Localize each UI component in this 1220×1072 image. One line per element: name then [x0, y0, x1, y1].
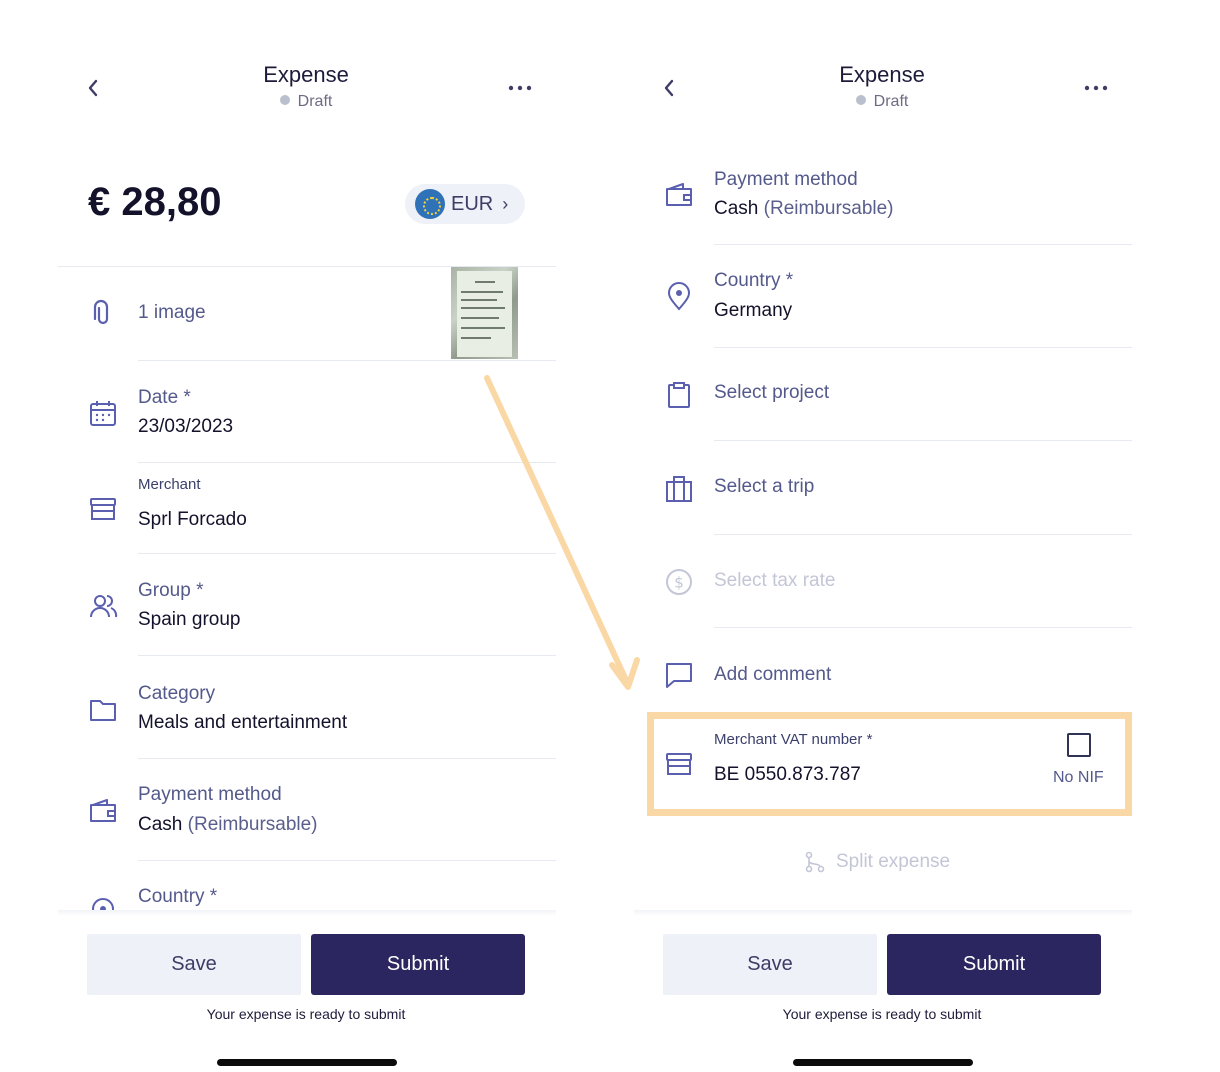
annotation-arrow [484, 375, 640, 690]
